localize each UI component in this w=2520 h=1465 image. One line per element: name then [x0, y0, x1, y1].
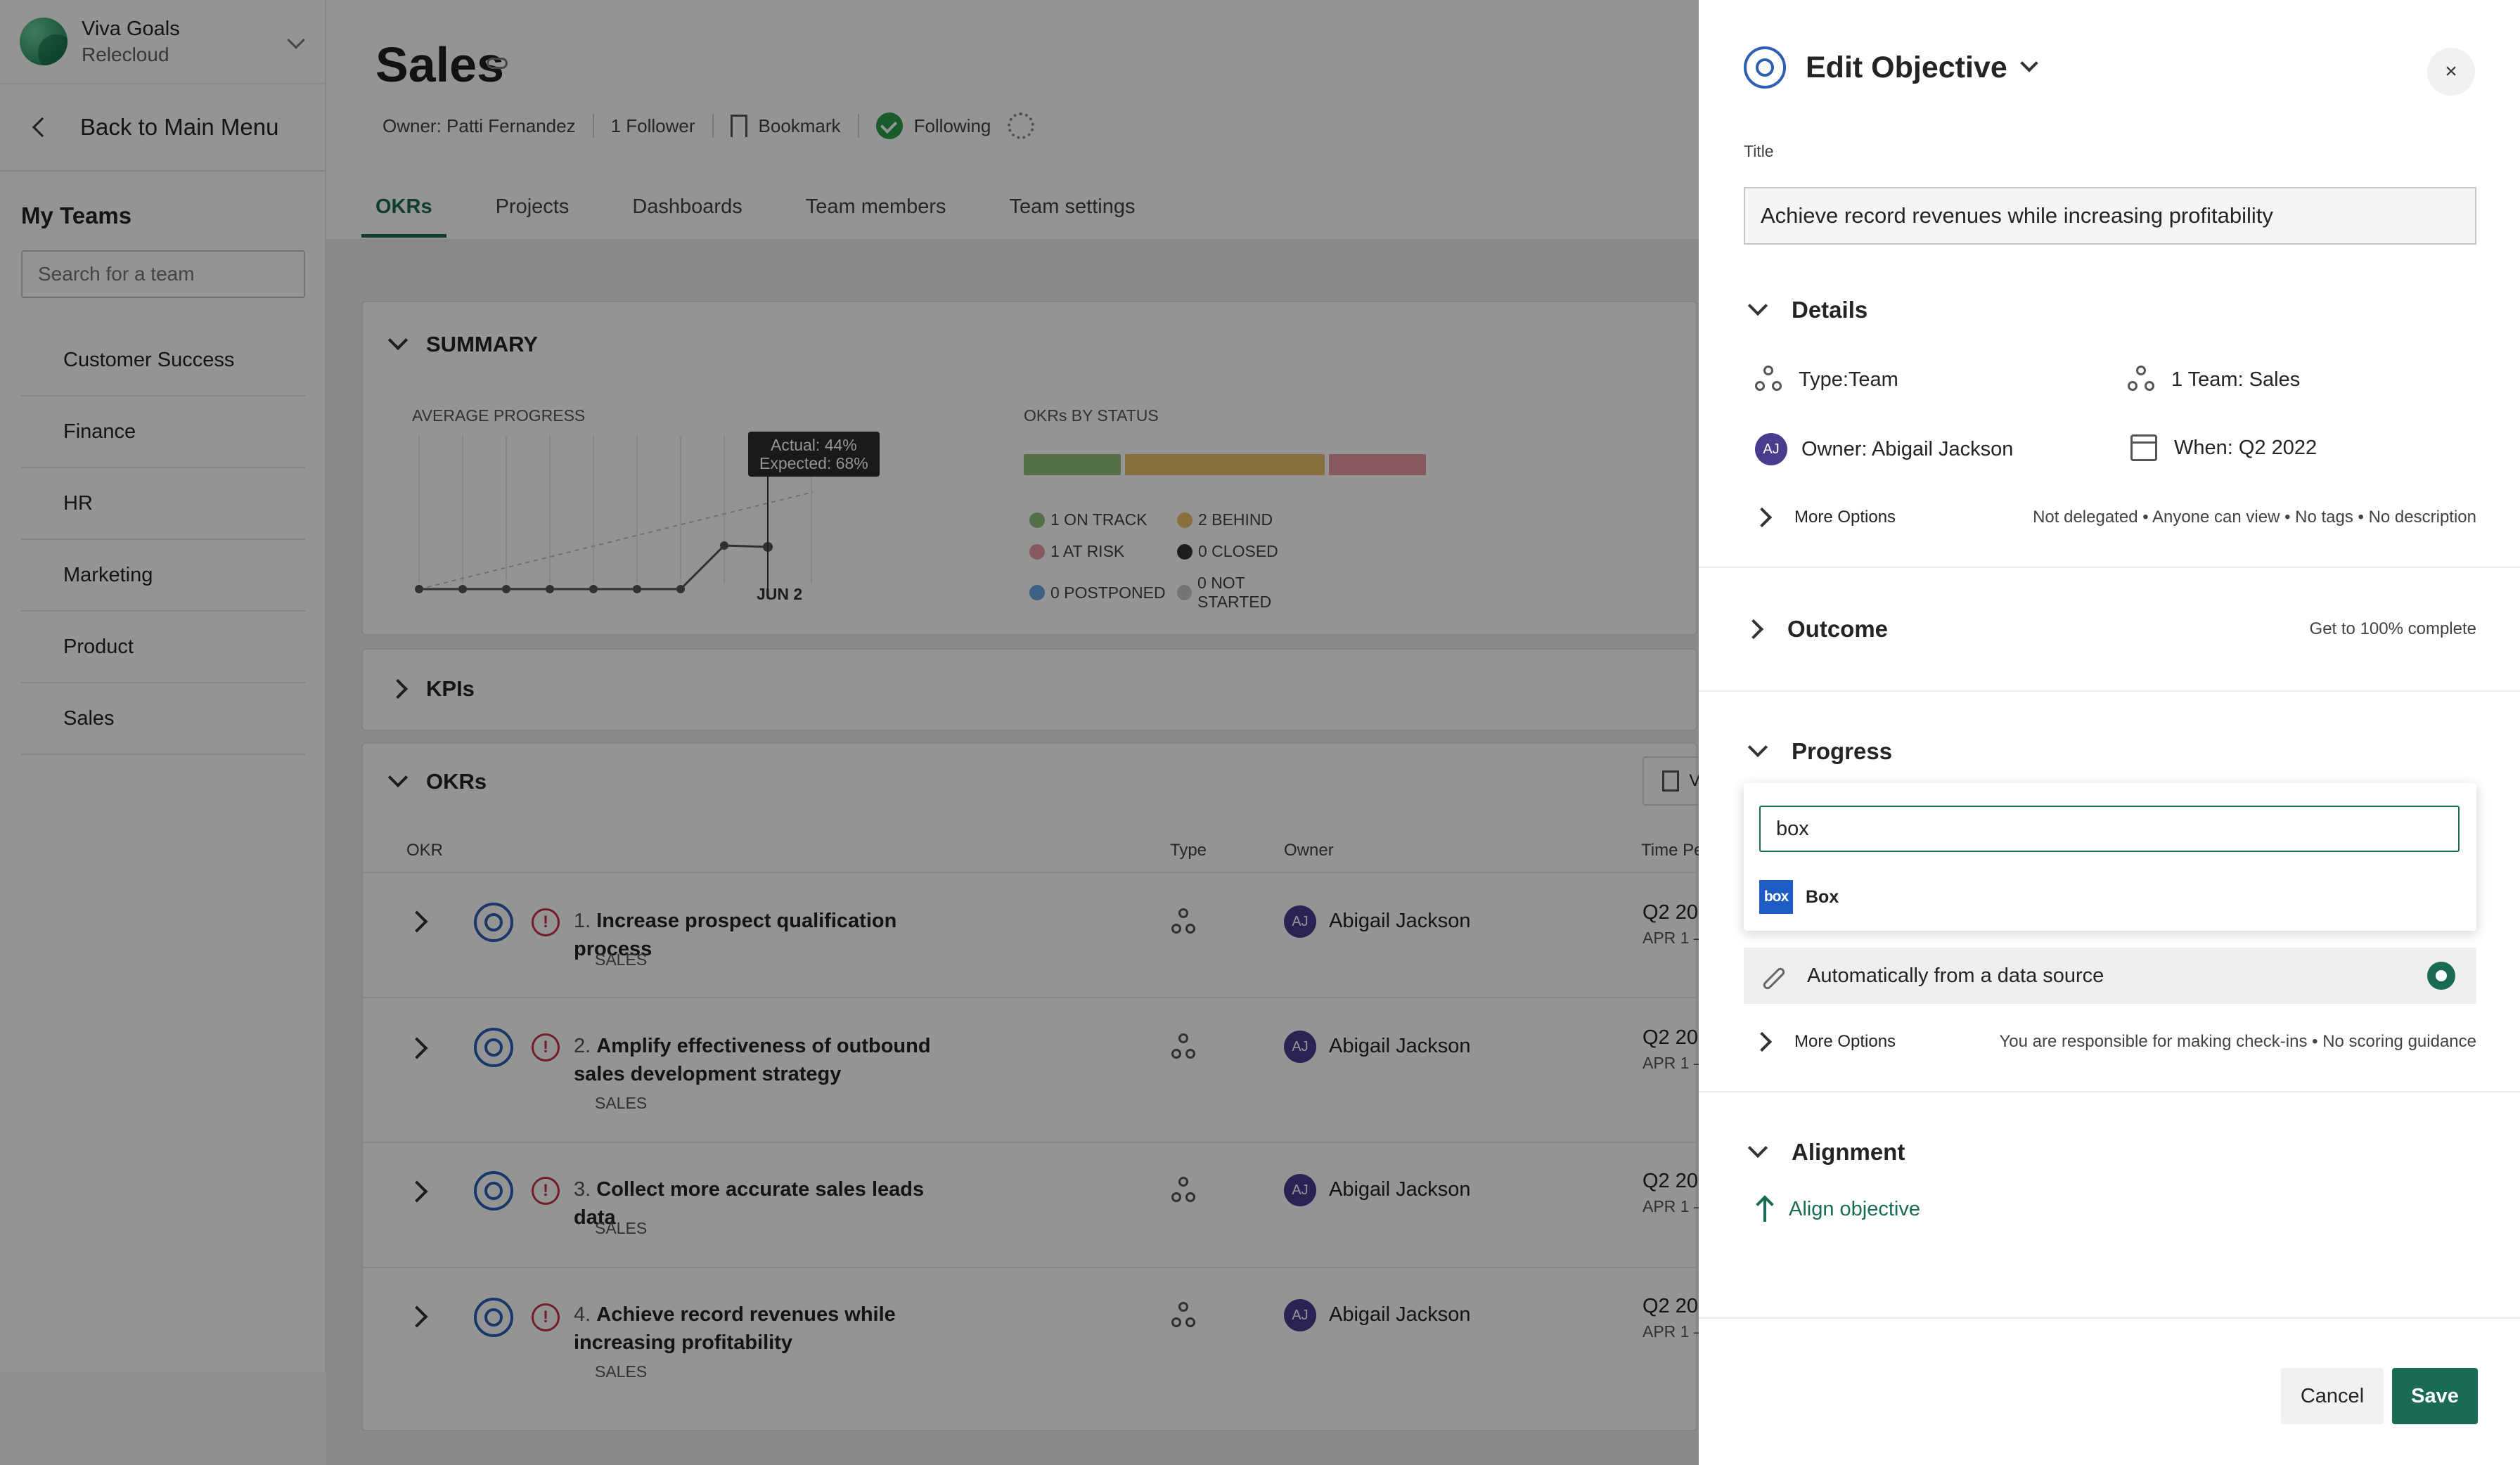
chevron-down-icon	[1747, 737, 1768, 758]
chevron-down-icon[interactable]	[2020, 54, 2038, 72]
outcome-header: Outcome	[1787, 616, 1889, 642]
outcome-toggle[interactable]: Outcome Get to 100% complete	[1743, 616, 2476, 643]
automatic-data-source-option[interactable]: Automatically from a data source	[1744, 948, 2476, 1004]
type-value: Type:Team	[1799, 368, 1898, 391]
automatic-data-source-label: Automatically from a data source	[1807, 964, 2104, 987]
more-options-label: More Options	[1794, 1032, 1896, 1051]
chevron-right-icon	[1751, 1031, 1773, 1052]
alignment-header: Alignment	[1792, 1139, 1905, 1165]
objective-owner[interactable]: AJ Owner: Abigail Jackson	[1755, 433, 2013, 465]
objective-type[interactable]: Type:Team	[1755, 366, 1898, 394]
box-option[interactable]: box Box	[1759, 880, 1839, 914]
box-logo-icon: box	[1759, 880, 1793, 914]
chevron-right-icon	[1751, 507, 1773, 528]
title-label: Title	[1744, 142, 1774, 160]
details-toggle[interactable]: Details	[1744, 295, 1868, 323]
objective-team[interactable]: 1 Team: Sales	[2128, 366, 2300, 394]
modal-overlay[interactable]	[0, 0, 1699, 1465]
chevron-down-icon	[1747, 295, 1768, 316]
align-objective-label: Align objective	[1789, 1197, 1920, 1220]
data-source-dropdown: box Box	[1744, 783, 2476, 931]
panel-title-row[interactable]: Edit Objective	[1744, 46, 2038, 89]
progress-toggle[interactable]: Progress	[1744, 737, 1893, 765]
details-summary: Not delegated • Anyone can view • No tag…	[2033, 508, 2476, 527]
alignment-toggle[interactable]: Alignment	[1744, 1137, 1905, 1166]
data-source-search-input[interactable]	[1759, 806, 2460, 852]
objective-when[interactable]: When: Q2 2022	[2130, 434, 2317, 461]
more-options-label: More Options	[1794, 508, 1896, 527]
details-more-options[interactable]: More Options Not delegated • Anyone can …	[1744, 507, 2476, 528]
details-header: Details	[1792, 297, 1868, 323]
team-type-icon	[1755, 366, 1783, 394]
divider	[1699, 567, 2520, 568]
divider	[1699, 1317, 2520, 1319]
close-button[interactable]: ×	[2427, 48, 2475, 96]
team-icon	[2128, 366, 2156, 394]
plug-icon	[1758, 962, 1786, 990]
avatar: AJ	[1755, 433, 1787, 465]
cancel-button[interactable]: Cancel	[2281, 1368, 2384, 1424]
divider	[1699, 1091, 2520, 1092]
title-field[interactable]	[1744, 187, 2476, 245]
when-value: When: Q2 2022	[2174, 436, 2318, 459]
outcome-summary: Get to 100% complete	[2309, 619, 2476, 638]
edit-objective-panel: Edit Objective × Title Details Type:Team…	[1699, 0, 2520, 1465]
team-value: 1 Team: Sales	[2171, 368, 2301, 391]
box-option-label: Box	[1806, 886, 1839, 907]
chevron-right-icon	[1743, 619, 1764, 640]
divider	[1699, 690, 2520, 692]
progress-header: Progress	[1792, 738, 1893, 764]
objective-target-icon	[1744, 46, 1786, 89]
panel-title: Edit Objective	[1806, 50, 2007, 84]
owner-value: Owner: Abigail Jackson	[1801, 437, 2014, 460]
save-button[interactable]: Save	[2392, 1368, 2478, 1424]
align-objective-link[interactable]: Align objective	[1755, 1195, 1920, 1223]
radio-selected-icon[interactable]	[2427, 962, 2455, 990]
progress-more-options[interactable]: More Options You are responsible for mak…	[1744, 1031, 2476, 1052]
arrow-up-icon	[1755, 1195, 1775, 1223]
chevron-down-icon	[1747, 1137, 1768, 1159]
progress-summary: You are responsible for making check-ins…	[1999, 1032, 2476, 1051]
calendar-icon	[2130, 434, 2157, 461]
